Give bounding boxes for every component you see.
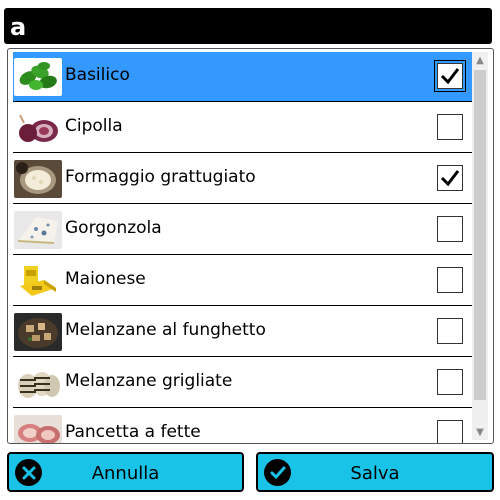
cancel-button[interactable]: Annulla (7, 452, 244, 492)
search-input-value[interactable]: a (10, 13, 26, 41)
sliced-pancetta-photo-icon (14, 415, 62, 443)
list-item[interactable]: Pancetta a fette (13, 409, 472, 443)
onion-photo-icon (14, 109, 62, 147)
grated-cheese-photo-icon (14, 160, 62, 198)
list-item[interactable]: Basilico (13, 52, 472, 102)
checkbox[interactable] (437, 369, 463, 395)
checkbox[interactable] (437, 216, 463, 242)
eggplant-funghetto-photo-icon (14, 313, 62, 351)
checkmark-icon (440, 170, 460, 187)
checkbox[interactable] (437, 318, 463, 344)
grilled-eggplant-photo-icon (14, 364, 62, 402)
list-item[interactable]: Formaggio grattugiato (13, 154, 472, 204)
list-item[interactable]: Melanzane grigliate (13, 358, 472, 408)
cancel-button-label: Annulla (91, 463, 160, 484)
list-item-label: Melanzane grigliate (65, 371, 233, 391)
list-item[interactable]: Melanzane al funghetto (13, 307, 472, 357)
list-item[interactable]: Maionese (13, 256, 472, 306)
list-item-label: Pancetta a fette (65, 422, 201, 442)
search-field[interactable]: a (4, 8, 492, 44)
list-item-label: Melanzane al funghetto (65, 320, 266, 340)
checkbox[interactable] (437, 114, 463, 140)
list-item[interactable]: Cipolla (13, 103, 472, 153)
list-item-label: Gorgonzola (65, 218, 162, 238)
save-button-label: Salva (350, 463, 400, 484)
list-item-label: Maionese (65, 269, 146, 289)
list-item-label: Basilico (65, 65, 130, 85)
basil-photo-icon (14, 58, 62, 96)
vertical-scrollbar[interactable]: ▲ ▼ (472, 52, 488, 440)
mayonnaise-photo-icon (14, 262, 62, 300)
scroll-down-icon[interactable]: ▼ (472, 424, 488, 440)
list-item-label: Cipolla (65, 116, 123, 136)
checkmark-icon (440, 68, 460, 85)
ingredient-picker-window: a Basilico Cipolla Formaggio grattugiato… (0, 0, 500, 500)
scroll-up-icon[interactable]: ▲ (472, 52, 488, 68)
checkbox[interactable] (437, 267, 463, 293)
checkbox[interactable] (434, 60, 466, 92)
checkbox[interactable] (437, 165, 463, 191)
list-item[interactable]: Gorgonzola (13, 205, 472, 255)
list-item-label: Formaggio grattugiato (65, 167, 256, 187)
ingredient-list[interactable]: Basilico Cipolla Formaggio grattugiato G… (7, 48, 494, 444)
checkbox[interactable] (437, 420, 463, 443)
scrollbar-thumb[interactable] (474, 70, 486, 400)
save-button[interactable]: Salva (256, 452, 494, 492)
gorgonzola-photo-icon (14, 211, 62, 249)
